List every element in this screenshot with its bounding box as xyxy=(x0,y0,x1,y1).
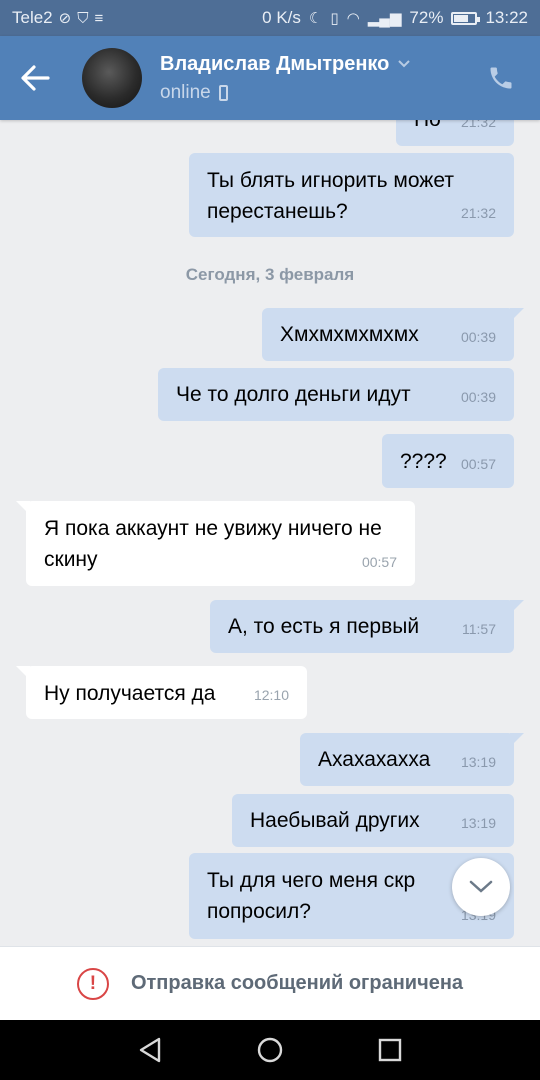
message-text: ???? xyxy=(400,450,447,473)
message-text: Ты блять игнорить может перестанешь? xyxy=(207,169,454,223)
nav-back-button[interactable] xyxy=(130,1030,170,1070)
message-text: Хмхмхмхмхмх xyxy=(280,323,419,346)
chevron-down-icon xyxy=(469,880,493,893)
message-outgoing[interactable]: Хмхмхмхмхмх 00:39 xyxy=(262,308,524,361)
scroll-down-button[interactable] xyxy=(452,858,510,916)
network-speed: 0 K/s xyxy=(262,8,301,27)
battery-icon xyxy=(451,11,481,25)
square-recents-icon xyxy=(378,1038,402,1062)
message-text: Че то долго деньги идут xyxy=(176,383,411,406)
system-nav-bar xyxy=(0,1020,540,1080)
message-outgoing[interactable]: Наебывай других 13:19 xyxy=(232,794,514,847)
nav-recents-button[interactable] xyxy=(370,1030,410,1070)
message-incoming[interactable]: Я пока аккаунт не увижу ничего не скину … xyxy=(16,501,415,586)
message-text: Ахахахахха xyxy=(318,748,431,771)
wifi-icon: ◠ xyxy=(346,10,360,27)
message-text: Но xyxy=(414,120,441,135)
clock: 13:22 xyxy=(485,8,528,27)
chevron-down-icon xyxy=(398,60,411,68)
battery-percent: 72% xyxy=(409,8,444,27)
message-text: Я пока аккаунт не увижу ничего не скину xyxy=(44,517,382,571)
message-time: 00:39 xyxy=(460,329,496,345)
messaging-restricted-notice: ! Отправка сообщений ограничена xyxy=(0,946,540,1020)
message-outgoing[interactable]: Че то долго деньги идут 00:39 xyxy=(158,368,514,421)
alert-icon: ! xyxy=(76,967,109,1000)
message-text: А, то есть я первый xyxy=(228,615,420,638)
message-outgoing[interactable]: ???? 00:57 xyxy=(382,434,514,488)
mobile-icon xyxy=(218,84,228,101)
status-bar: Tele2 ⊘ ⛉ ≡ 0 K/s ☾ ▯ ◠ ▂▄▆ 72% 13:22 xyxy=(0,0,540,36)
message-outgoing[interactable]: Ты блять игнорить может перестанешь? 21:… xyxy=(189,153,514,237)
back-button[interactable] xyxy=(0,36,70,120)
message-list[interactable]: Но 21:32 Ты блять игнорить может переста… xyxy=(0,120,540,946)
nav-home-button[interactable] xyxy=(250,1030,290,1070)
message-time: 21:32 xyxy=(460,205,496,221)
contact-name: Владислав Дмытренко xyxy=(160,52,390,75)
message-time: 21:32 xyxy=(460,120,496,130)
call-button[interactable] xyxy=(484,58,518,98)
date-separator: Сегодня, 3 февраля xyxy=(185,265,355,284)
avatar[interactable] xyxy=(82,48,142,108)
shield-icon: ⛉ xyxy=(77,9,89,27)
menu-lines-icon: ≡ xyxy=(94,9,104,27)
message-text: Ну получается да xyxy=(44,682,216,705)
signal-icon: ▂▄▆ xyxy=(367,10,402,27)
message-outgoing[interactable]: А, то есть я первый 11:57 xyxy=(210,600,524,653)
message-time: 12:10 xyxy=(253,687,289,703)
vibrate-icon: ▯ xyxy=(330,10,339,27)
message-time: 11:57 xyxy=(462,621,496,637)
contact-info[interactable]: Владислав Дмытренко online xyxy=(160,53,411,104)
message-time: 00:57 xyxy=(361,554,397,570)
contact-status: online xyxy=(160,81,211,103)
chat-header: Владислав Дмытренко online xyxy=(0,36,540,120)
message-time: 13:19 xyxy=(460,754,496,770)
triangle-back-icon xyxy=(139,1037,161,1063)
phone-icon xyxy=(490,67,512,89)
notice-text: Отправка сообщений ограничена xyxy=(130,972,464,994)
message-time: 00:57 xyxy=(460,456,496,472)
message-outgoing[interactable]: Ахахахахха 13:19 xyxy=(300,733,524,786)
link-icon: ⊘ xyxy=(58,10,72,27)
message-time: 00:39 xyxy=(460,389,496,405)
message-time: 13:19 xyxy=(460,815,496,831)
carrier-label: Tele2 xyxy=(12,8,53,27)
message-outgoing[interactable]: Но 21:32 xyxy=(396,120,514,146)
moon-icon: ☾ xyxy=(308,10,323,27)
circle-home-icon xyxy=(257,1037,283,1063)
arrow-left-icon xyxy=(21,65,50,91)
message-incoming[interactable]: Ну получается да 12:10 xyxy=(16,666,307,719)
message-text: Ты для чего меня скр попросил? xyxy=(207,869,416,923)
message-text: Наебывай других xyxy=(250,809,420,832)
